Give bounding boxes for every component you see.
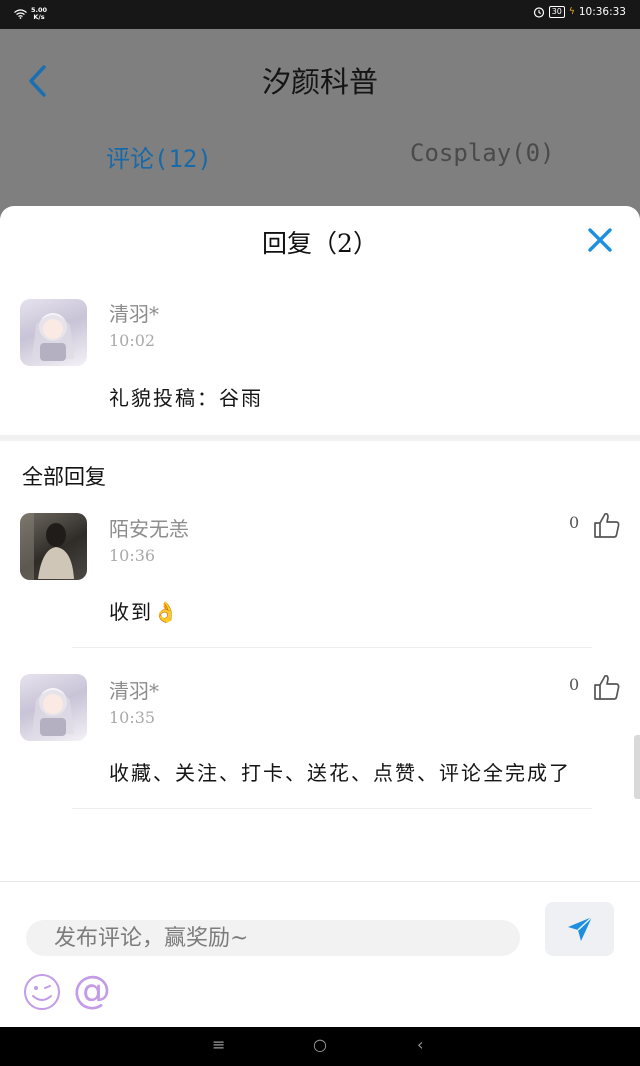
thumbs-up-icon[interactable] — [593, 511, 621, 539]
page-title: 汐颜科普 — [261, 65, 378, 99]
charging-icon: ϟ — [568, 7, 575, 17]
alarm-icon — [533, 7, 544, 18]
emoji-icon[interactable] — [22, 972, 62, 1012]
reply-time: 10:35 — [109, 708, 156, 727]
avatar[interactable] — [20, 674, 87, 741]
send-button[interactable] — [545, 902, 614, 956]
reply-time: 10:36 — [109, 546, 156, 565]
mention-button[interactable]: @ — [73, 968, 111, 1012]
reply-sheet: 回复（2） 清羽* 10:02 礼貌投稿：谷雨 全部回复 陌安无恙 10:36 … — [0, 206, 640, 1027]
avatar-illustration — [32, 688, 74, 736]
row-divider — [72, 808, 592, 809]
battery-icon: 30 — [548, 6, 565, 18]
send-icon — [567, 916, 593, 941]
system-nav-bar: ≡ ○ ‹ — [0, 1027, 640, 1066]
net-speed-unit: K/s — [33, 13, 45, 21]
status-bar: 5.00 K/s 30 ϟ 10:36:33 — [0, 0, 640, 29]
reply-text: 收藏、关注、打卡、送花、点赞、评论全完成了 — [109, 761, 571, 785]
comment-author: 清羽* — [109, 302, 159, 326]
comment-composer: @ — [0, 881, 640, 1027]
avatar[interactable] — [20, 513, 87, 580]
tab-comments[interactable]: 评论(12) — [106, 139, 212, 174]
wifi-icon — [14, 9, 27, 19]
home-icon[interactable]: ○ — [313, 1035, 327, 1054]
reply-author: 陌安无恙 — [109, 517, 189, 541]
replies-heading: 全部回复 — [22, 465, 106, 489]
avatar[interactable] — [20, 299, 87, 366]
menu-icon[interactable]: ≡ — [212, 1035, 225, 1054]
comment-time: 10:02 — [109, 331, 156, 350]
section-divider — [0, 435, 640, 441]
thumbs-up-icon[interactable] — [593, 673, 621, 701]
reply-text: 收到👌 — [109, 600, 180, 624]
scroll-handle[interactable] — [634, 735, 640, 799]
comment-text: 礼貌投稿：谷雨 — [109, 386, 263, 410]
like-count: 0 — [569, 513, 580, 532]
back-icon[interactable]: ‹ — [417, 1035, 423, 1054]
net-speed: 5.00 K/s — [31, 7, 47, 21]
avatar-illustration — [20, 513, 74, 580]
avatar-illustration — [32, 313, 74, 361]
tab-cosplay[interactable]: Cosplay(0) — [410, 139, 555, 167]
sheet-title: 回复（2） — [262, 229, 378, 258]
like-count: 0 — [569, 675, 580, 694]
clock: 10:36:33 — [578, 6, 626, 18]
close-icon[interactable] — [586, 226, 614, 254]
reply-author: 清羽* — [109, 679, 159, 703]
row-divider — [72, 647, 592, 648]
comment-input[interactable] — [26, 920, 520, 956]
app-header: 汐颜科普 评论(12) Cosplay(0) — [0, 29, 640, 206]
